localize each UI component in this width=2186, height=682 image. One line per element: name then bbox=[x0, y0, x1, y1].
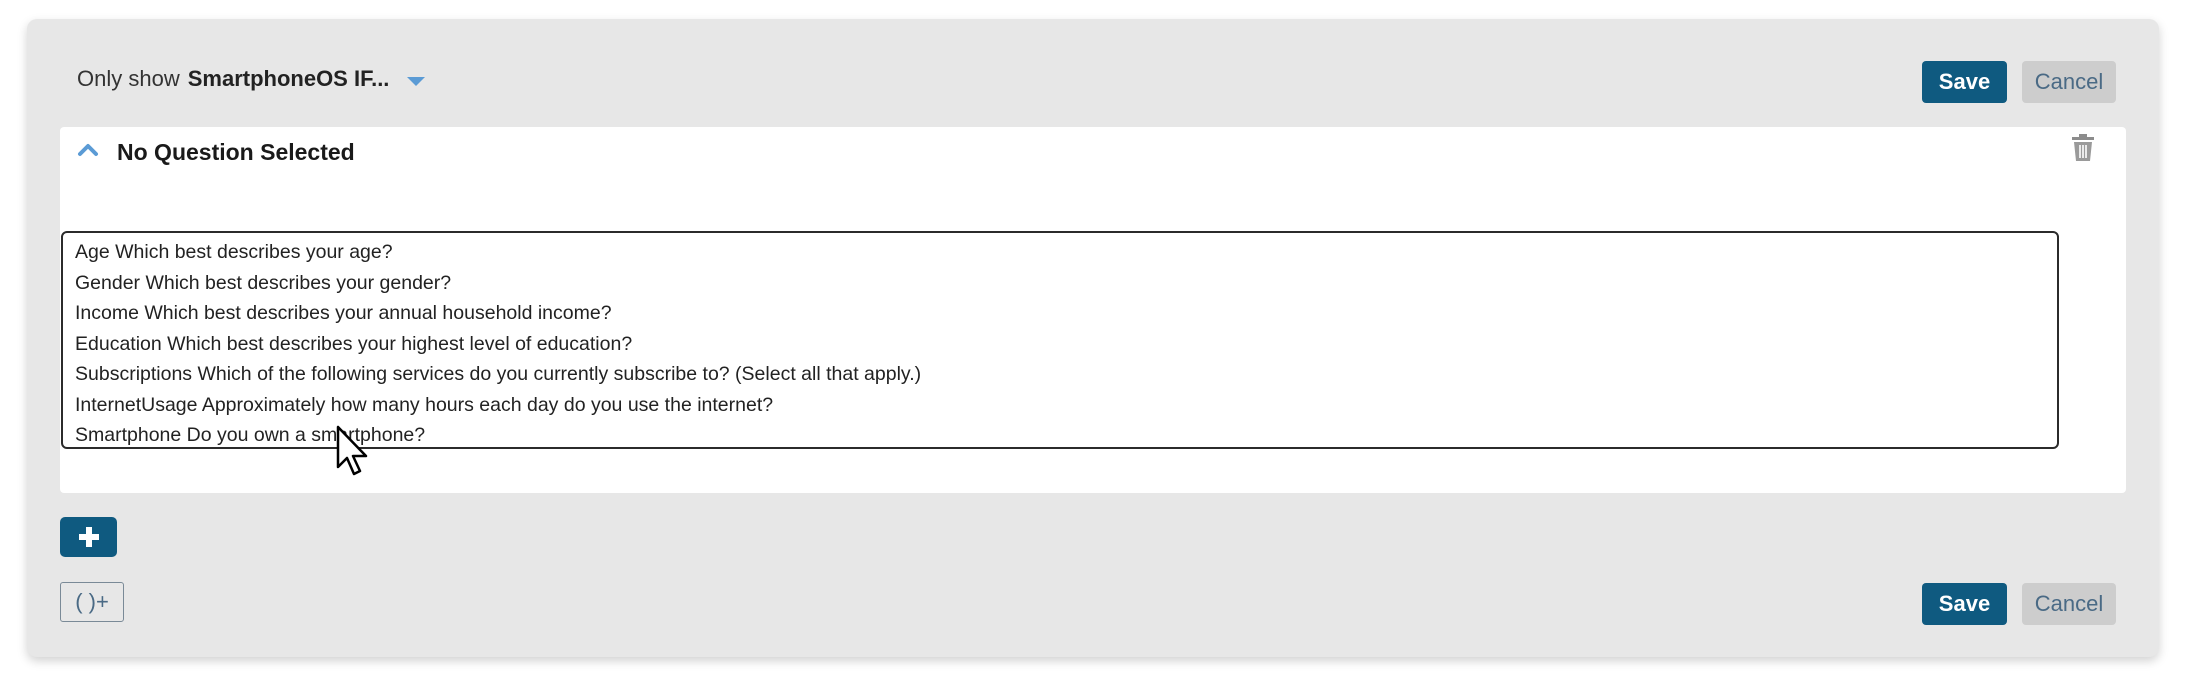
add-condition-button[interactable] bbox=[60, 517, 117, 557]
question-select-list[interactable]: Age Which best describes your age? Gende… bbox=[61, 231, 2059, 449]
logic-editor-panel: Only show SmartphoneOS IF... Save Cancel… bbox=[27, 19, 2159, 657]
add-group-button[interactable]: ( )+ bbox=[60, 582, 124, 622]
list-item[interactable]: Age Which best describes your age? bbox=[75, 237, 2045, 268]
list-item[interactable]: InternetUsage Approximately how many hou… bbox=[75, 390, 2045, 421]
only-show-label: Only show bbox=[77, 66, 180, 91]
trash-icon[interactable] bbox=[2070, 133, 2096, 163]
cancel-button-top[interactable]: Cancel bbox=[2022, 61, 2116, 103]
caret-down-icon[interactable] bbox=[407, 76, 426, 86]
save-button-bottom[interactable]: Save bbox=[1922, 583, 2007, 625]
save-button-top[interactable]: Save bbox=[1922, 61, 2007, 103]
list-item[interactable]: Gender Which best describes your gender? bbox=[75, 268, 2045, 299]
list-item[interactable]: Smartphone Do you own a smartphone? bbox=[75, 420, 2045, 447]
list-item[interactable]: Education Which best describes your high… bbox=[75, 329, 2045, 360]
chevron-up-icon[interactable] bbox=[76, 139, 100, 159]
list-item[interactable]: Income Which best describes your annual … bbox=[75, 298, 2045, 329]
list-item[interactable]: Subscriptions Which of the following ser… bbox=[75, 359, 2045, 390]
plus-icon bbox=[78, 527, 99, 547]
cancel-button-bottom[interactable]: Cancel bbox=[2022, 583, 2116, 625]
condition-name[interactable]: SmartphoneOS IF... bbox=[188, 66, 390, 92]
display-logic-header: Only show SmartphoneOS IF... bbox=[77, 59, 426, 99]
question-title: No Question Selected bbox=[117, 139, 355, 165]
